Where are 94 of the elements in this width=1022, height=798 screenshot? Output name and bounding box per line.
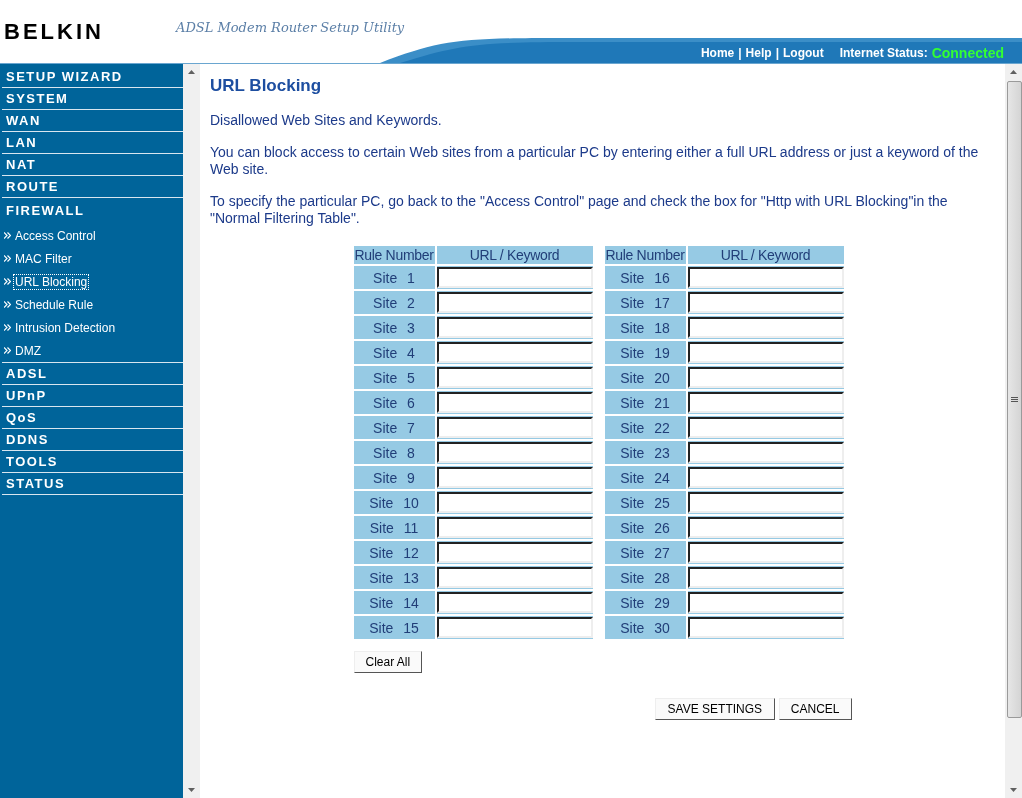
rule-number-cell: Site 23 [604, 441, 686, 464]
sidebar-subitem[interactable]: Schedule Rule [14, 297, 95, 312]
rule-number-cell: Site 26 [604, 516, 686, 539]
rule-number-cell: Site 30 [604, 616, 686, 639]
page-title: URL Blocking [210, 76, 323, 96]
double-chevron-icon [4, 232, 11, 239]
rule-number-cell: Site 11 [353, 516, 435, 539]
description-text: Disallowed Web Sites and Keywords. [210, 112, 443, 129]
column-header: URL / Keyword [436, 246, 593, 264]
url-keyword-field[interactable] [687, 467, 844, 488]
url-keyword-field[interactable] [436, 567, 593, 588]
sidebar-subitem[interactable]: Access Control [14, 228, 97, 243]
url-keyword-field[interactable] [436, 492, 593, 513]
description-text: To specify the particular PC, go back to the "Access Control" page and check the box for "Http with URL Blocking"in the "Normal Filtering Table". [210, 193, 949, 227]
url-keyword-field[interactable] [687, 342, 844, 363]
column-header: Rule Number [353, 246, 435, 264]
url-keyword-field[interactable] [687, 517, 844, 538]
rule-number-cell: Site 19 [604, 341, 686, 364]
header-link[interactable]: Help [745, 46, 772, 60]
clear-all-button[interactable]: Clear All [353, 651, 423, 673]
url-keyword-field[interactable] [687, 492, 844, 513]
url-keyword-field[interactable] [436, 267, 593, 288]
url-keyword-field[interactable] [687, 617, 844, 638]
url-keyword-field[interactable] [687, 592, 844, 613]
url-keyword-field[interactable] [436, 617, 593, 638]
rule-number-cell: Site 28 [604, 566, 686, 589]
rule-number-cell: Site 15 [353, 616, 435, 639]
double-chevron-icon [4, 255, 11, 262]
rule-number-cell: Site 13 [353, 566, 435, 589]
url-keyword-field[interactable] [436, 467, 593, 488]
url-keyword-field[interactable] [436, 292, 593, 313]
url-keyword-field[interactable] [687, 267, 844, 288]
scrollbar-thumb[interactable] [1007, 81, 1022, 718]
double-chevron-icon [4, 301, 11, 308]
column-header: URL / Keyword [687, 246, 844, 264]
rule-number-cell: Site 9 [353, 466, 435, 489]
rule-number-cell: Site 7 [353, 416, 435, 439]
status-value: Connected [931, 45, 1004, 61]
link-separator: | [738, 46, 742, 60]
sidebar-subitem[interactable]: MAC Filter [14, 251, 73, 266]
rule-number-cell: Site 3 [353, 316, 435, 339]
url-keyword-field[interactable] [687, 317, 844, 338]
url-keyword-field[interactable] [436, 442, 593, 463]
sidebar-subitem[interactable]: URL Blocking [14, 274, 89, 289]
rule-number-cell: Site 24 [604, 466, 686, 489]
url-keyword-field[interactable] [436, 542, 593, 563]
rule-number-cell: Site 12 [353, 541, 435, 564]
url-keyword-field[interactable] [687, 567, 844, 588]
sidebar-subitem[interactable]: Intrusion Detection [14, 320, 117, 335]
column-header: Rule Number [604, 246, 686, 264]
url-keyword-field[interactable] [687, 367, 844, 388]
double-chevron-icon [4, 278, 11, 285]
url-keyword-field[interactable] [436, 367, 593, 388]
url-keyword-field[interactable] [436, 392, 593, 413]
url-keyword-field[interactable] [436, 592, 593, 613]
rule-number-cell: Site 17 [604, 291, 686, 314]
sidebar-subitem[interactable]: DMZ [14, 343, 42, 358]
url-keyword-field[interactable] [687, 542, 844, 563]
header-link[interactable]: Home [700, 46, 735, 60]
url-keyword-field[interactable] [436, 517, 593, 538]
rule-number-cell: Site 29 [604, 591, 686, 614]
save-settings-button[interactable]: SAVE SETTINGS [654, 698, 775, 720]
url-keyword-field[interactable] [687, 392, 844, 413]
brand-logo: BELKIN [4, 19, 104, 45]
rule-number-cell: Site 16 [604, 266, 686, 289]
app-subtitle: ADSL Modem Router Setup Utility [176, 20, 405, 35]
rule-number-cell: Site 1 [353, 266, 435, 289]
rule-number-cell: Site 20 [604, 366, 686, 389]
rule-number-cell: Site 4 [353, 341, 435, 364]
header-link[interactable]: Logout [783, 46, 824, 60]
status-label: Internet Status: [839, 46, 928, 60]
url-keyword-field[interactable] [436, 342, 593, 363]
url-keyword-field[interactable] [687, 292, 844, 313]
rule-number-cell: Site 21 [604, 391, 686, 414]
description-text: You can block access to certain Web sites from a particular PC by entering either a full URL address or just a keyword of the Web site. [210, 144, 980, 178]
rule-number-cell: Site 25 [604, 491, 686, 514]
rule-number-cell: Site 6 [353, 391, 435, 414]
rule-number-cell: Site 14 [353, 591, 435, 614]
double-chevron-icon [4, 347, 11, 354]
rule-number-cell: Site 10 [353, 491, 435, 514]
rule-number-cell: Site 8 [353, 441, 435, 464]
sidebar-item[interactable]: FIREWALL [2, 198, 183, 224]
link-separator: | [775, 46, 779, 60]
rule-number-cell: Site 5 [353, 366, 435, 389]
url-keyword-field[interactable] [687, 417, 844, 438]
url-keyword-field[interactable] [687, 442, 844, 463]
rule-number-cell: Site 22 [604, 416, 686, 439]
url-keyword-field[interactable] [436, 417, 593, 438]
rule-number-cell: Site 18 [604, 316, 686, 339]
cancel-button[interactable]: CANCEL [778, 698, 852, 720]
rule-number-cell: Site 27 [604, 541, 686, 564]
url-keyword-field[interactable] [436, 317, 593, 338]
double-chevron-icon [4, 324, 11, 331]
rule-number-cell: Site 2 [353, 291, 435, 314]
